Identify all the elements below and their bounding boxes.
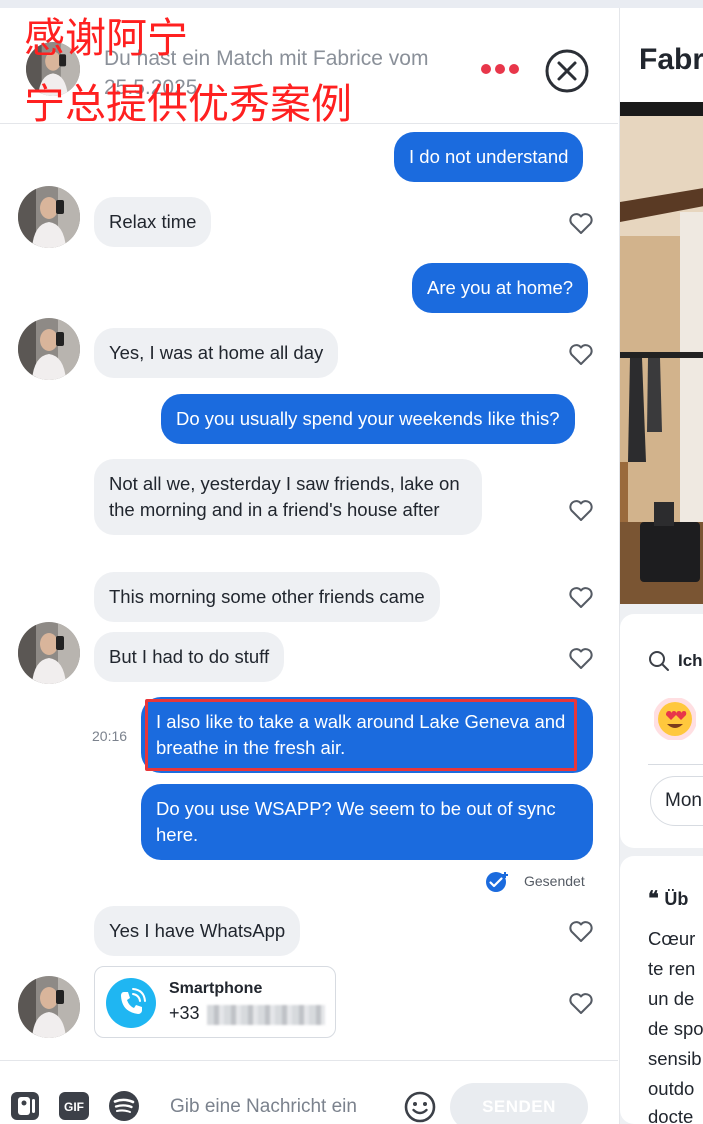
bio-line: docte [648, 1106, 694, 1124]
highlight-box [145, 699, 577, 771]
svg-text:GIF: GIF [64, 1100, 84, 1114]
profile-header: Fabr [620, 8, 703, 102]
heart-icon[interactable] [568, 210, 594, 236]
interest-chip: Mon [650, 776, 703, 826]
bio-heading-label: Üb [664, 889, 689, 909]
watermark-line-2: 宁总提供优秀案例 [24, 80, 352, 128]
message-timestamp: 20:16 [92, 728, 128, 744]
message-outgoing: Do you use WSAPP? We seem to be out of s… [141, 784, 593, 860]
sent-status: Gesendet [484, 870, 594, 892]
message-incoming: Yes, I was at home all day [94, 328, 339, 378]
sent-check-icon [486, 872, 508, 892]
match-avatar[interactable] [18, 622, 80, 684]
message-outgoing: I do not understand [394, 132, 584, 182]
divider [648, 764, 703, 765]
more-dots-icon[interactable] [480, 60, 520, 78]
spotify-icon[interactable] [107, 1089, 141, 1123]
bio-line: outdo [648, 1078, 695, 1099]
watermark-line-1: 感谢阿宁 [24, 14, 188, 62]
heart-eyes-emoji-icon [654, 698, 696, 740]
message-outgoing: Do you usually spend your weekends like … [161, 394, 575, 444]
gif-icon[interactable]: GIF [57, 1089, 91, 1123]
sent-status-label: Gesendet [524, 873, 585, 889]
profile-photo[interactable] [620, 102, 703, 604]
heart-icon[interactable] [568, 918, 594, 944]
match-avatar[interactable] [18, 318, 80, 380]
match-avatar[interactable] [18, 186, 80, 248]
profile-card-bio: ❝ Üb Cœur te ren un de de spo sensib out… [620, 856, 703, 1124]
emoji-icon[interactable] [403, 1090, 437, 1124]
profile-panel: Fabr Ich Mon ❝ Üb Cœur te ren un de de s… [619, 8, 703, 1124]
contact-number-prefix: +33 [169, 1003, 200, 1023]
contact-title: Smartphone [169, 980, 263, 997]
phone-call-icon [106, 978, 156, 1028]
search-icon [649, 651, 669, 671]
heart-icon[interactable] [568, 584, 594, 610]
send-button[interactable]: SENDEN [450, 1083, 588, 1124]
match-avatar[interactable] [18, 976, 80, 1038]
bio-line: de spo [648, 1018, 703, 1039]
contact-card-icon[interactable] [8, 1089, 42, 1123]
heart-icon[interactable] [568, 497, 594, 523]
message-outgoing: Are you at home? [412, 263, 589, 313]
message-incoming: But I had to do stuff [94, 632, 285, 682]
quote-icon: ❝ [648, 888, 665, 910]
message-input[interactable] [170, 1091, 396, 1123]
heart-icon[interactable] [568, 341, 594, 367]
contact-card[interactable]: Smartphone +33 [94, 966, 336, 1038]
bio-line: sensib [648, 1048, 702, 1069]
bio-line: Cœur [648, 928, 696, 949]
message-composer: GIF SENDEN [0, 1060, 618, 1124]
looking-for-label: Ich [678, 651, 703, 670]
message-incoming: Relax time [94, 197, 212, 247]
blurred-number [207, 1005, 325, 1025]
profile-card-interests: Ich Mon [620, 614, 703, 848]
top-strip [0, 0, 703, 8]
interest-chip-label: Mon [665, 790, 702, 811]
close-circle-icon[interactable] [544, 48, 590, 94]
message-incoming: This morning some other friends came [94, 572, 440, 622]
bio-line: un de [648, 988, 695, 1009]
bio-heading: ❝ Üb [648, 886, 688, 911]
message-incoming: Not all we, yesterday I saw friends, lak… [94, 459, 482, 535]
heart-icon[interactable] [568, 645, 594, 671]
bio-line: te ren [648, 958, 696, 979]
heart-icon[interactable] [568, 990, 594, 1016]
profile-name: Fabr [639, 43, 703, 76]
message-incoming: Yes I have WhatsApp [94, 906, 301, 956]
